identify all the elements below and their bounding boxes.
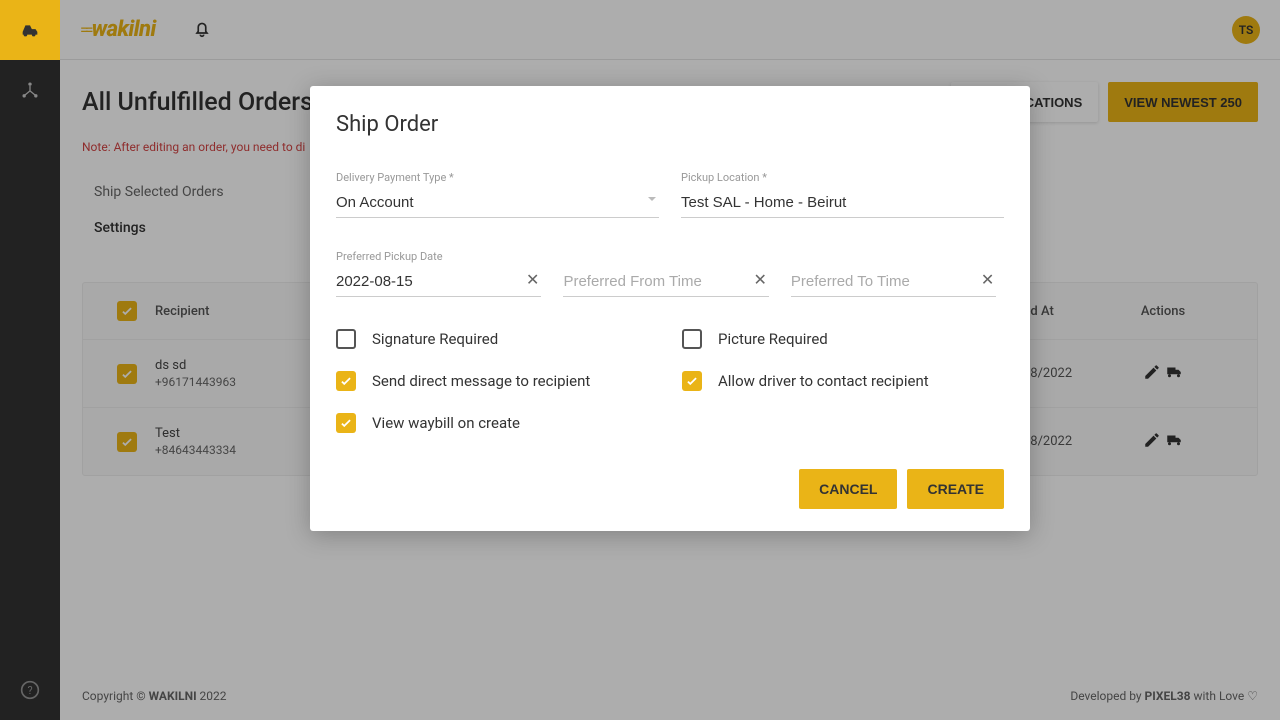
checkbox-label: View waybill on create	[372, 414, 520, 432]
preferred-date-field[interactable]: Preferred Pickup Date ✕	[336, 250, 541, 297]
checkbox-icon	[336, 371, 356, 391]
rail-nav-item[interactable]	[0, 60, 60, 120]
chevron-down-icon	[647, 189, 657, 208]
preferred-from-input[interactable]	[563, 269, 768, 297]
field-label: Preferred Pickup Date	[336, 250, 541, 263]
rail-logo[interactable]	[0, 0, 60, 60]
clear-icon[interactable]: ✕	[753, 270, 766, 289]
checkbox-label: Send direct message to recipient	[372, 372, 590, 390]
create-button[interactable]: CREATE	[907, 469, 1004, 509]
cancel-button[interactable]: CANCEL	[799, 469, 897, 509]
preferred-from-field[interactable]: ✕	[563, 250, 768, 297]
side-rail: ?	[0, 0, 60, 720]
help-icon: ?	[20, 680, 40, 700]
view-waybill-checkbox[interactable]: View waybill on create	[336, 413, 658, 433]
field-label: Delivery Payment Type *	[336, 171, 659, 184]
pickup-location-field[interactable]: Pickup Location *	[681, 171, 1004, 218]
field-label	[563, 250, 768, 263]
checkbox-icon	[336, 413, 356, 433]
ship-order-modal: Ship Order Delivery Payment Type * Picku…	[310, 86, 1030, 531]
help-button[interactable]: ?	[0, 660, 60, 720]
preferred-to-field[interactable]: ✕	[791, 250, 996, 297]
svg-text:?: ?	[27, 684, 32, 697]
field-label: Pickup Location *	[681, 171, 1004, 184]
delivery-payment-select[interactable]	[336, 190, 659, 218]
hub-icon	[20, 80, 40, 100]
send-message-checkbox[interactable]: Send direct message to recipient	[336, 371, 658, 391]
clear-icon[interactable]: ✕	[981, 270, 994, 289]
checkbox-label: Allow driver to contact recipient	[718, 372, 929, 390]
modal-title: Ship Order	[336, 112, 1004, 137]
signature-required-checkbox[interactable]: Signature Required	[336, 329, 658, 349]
checkbox-icon	[682, 371, 702, 391]
checkbox-icon	[682, 329, 702, 349]
delivery-icon	[19, 19, 41, 41]
picture-required-checkbox[interactable]: Picture Required	[682, 329, 1004, 349]
checkbox-icon	[336, 329, 356, 349]
delivery-payment-field[interactable]: Delivery Payment Type *	[336, 171, 659, 218]
pickup-location-input[interactable]	[681, 190, 1004, 218]
preferred-date-input[interactable]	[336, 269, 541, 297]
modal-overlay[interactable]: Ship Order Delivery Payment Type * Picku…	[60, 0, 1280, 720]
clear-icon[interactable]: ✕	[526, 270, 539, 289]
field-label	[791, 250, 996, 263]
checkbox-label: Picture Required	[718, 330, 828, 348]
checkbox-label: Signature Required	[372, 330, 498, 348]
preferred-to-input[interactable]	[791, 269, 996, 297]
allow-driver-checkbox[interactable]: Allow driver to contact recipient	[682, 371, 1004, 391]
